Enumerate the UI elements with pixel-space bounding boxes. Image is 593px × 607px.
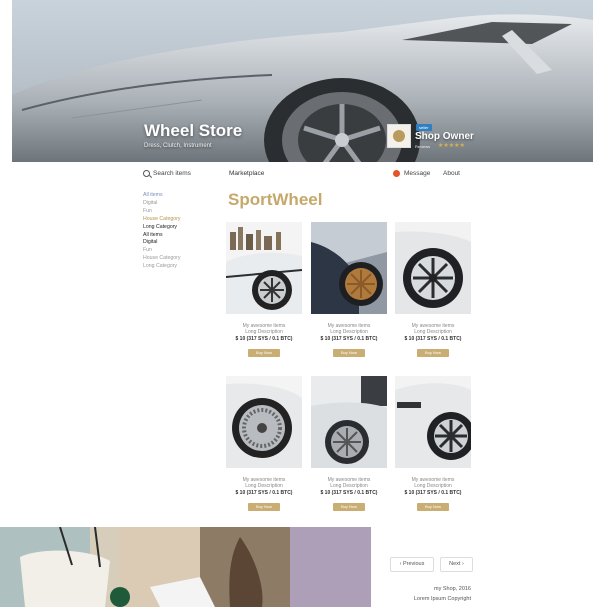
sidebar-item-house-category[interactable]: House Category [143, 255, 213, 263]
next-page-button[interactable]: Next › [440, 557, 473, 572]
buy-now-button[interactable]: Buy Now [417, 349, 449, 358]
footer-copyright: Lorem Ipsum Copyright [413, 596, 471, 602]
product-price: $ 10 (317 SYS / 0.1 BTC) [320, 336, 378, 343]
product-price: $ 10 (317 SYS / 0.1 BTC) [320, 490, 378, 497]
seller-badge: seller [416, 124, 432, 131]
product-card[interactable]: My awesome items Long Description $ 10 (… [395, 222, 471, 358]
owner-logo-icon [393, 130, 405, 142]
buy-now-button[interactable]: Buy Now [417, 503, 449, 512]
sidebar-item-all-items[interactable]: All items [143, 192, 213, 200]
buy-now-button[interactable]: Buy Now [248, 503, 280, 512]
sidebar-item-fun[interactable]: Fun [143, 247, 213, 255]
product-card[interactable]: My awesome items Long Description $ 10 (… [311, 222, 387, 358]
owner-name[interactable]: Shop Owner [415, 131, 474, 142]
product-image[interactable] [395, 222, 471, 314]
buy-now-button[interactable]: Buy Now [248, 349, 280, 358]
owner-meta: Reviews [415, 144, 431, 149]
product-image[interactable] [311, 222, 387, 314]
page-title: SportWheel [228, 190, 323, 209]
search-icon[interactable] [143, 170, 150, 177]
buy-now-button[interactable]: Buy Now [333, 349, 365, 358]
owner-avatar[interactable] [387, 124, 411, 148]
product-image[interactable] [226, 222, 302, 314]
product-card[interactable]: My awesome items Long Description $ 10 (… [226, 376, 302, 512]
owner-rating-stars: ★★★★★ [438, 143, 465, 149]
store-subtitle: Dress, Clutch, Instrument [144, 143, 212, 149]
lifestyle-photo [0, 527, 371, 607]
sidebar-item-digital[interactable]: Digital [143, 200, 213, 208]
banner-car-image [12, 14, 593, 162]
previous-page-button[interactable]: ‹ Previous [390, 557, 434, 572]
category-sidebar: All items Digital Fun House Category Lon… [143, 192, 213, 271]
product-card[interactable]: My awesome items Long Description $ 10 (… [226, 222, 302, 358]
product-card[interactable]: My awesome items Long Description $ 10 (… [311, 376, 387, 512]
store-banner: Wheel Store Dress, Clutch, Instrument se… [12, 0, 593, 162]
product-image[interactable] [226, 376, 302, 468]
sidebar-item-long-category[interactable]: Long Category [143, 263, 213, 271]
footer-shop-name: my Shop, 2016 [434, 586, 471, 592]
product-image[interactable] [311, 376, 387, 468]
sidebar-item-digital[interactable]: Digital [143, 239, 213, 247]
buy-now-button[interactable]: Buy Now [333, 503, 365, 512]
sidebar-item-house-category[interactable]: House Category [143, 216, 213, 224]
tab-marketplace[interactable]: Marketplace [229, 170, 264, 177]
product-price: $ 10 (317 SYS / 0.1 BTC) [404, 336, 462, 343]
product-price: $ 10 (317 SYS / 0.1 BTC) [235, 490, 293, 497]
product-card[interactable]: My awesome items Long Description $ 10 (… [395, 376, 471, 512]
store-title: Wheel Store [144, 121, 243, 140]
search-input[interactable]: Search items [153, 170, 191, 177]
message-icon[interactable] [393, 170, 400, 177]
product-price: $ 10 (317 SYS / 0.1 BTC) [235, 336, 293, 343]
product-image[interactable] [395, 376, 471, 468]
product-price: $ 10 (317 SYS / 0.1 BTC) [404, 490, 462, 497]
sidebar-item-all-items[interactable]: All items [143, 232, 213, 240]
message-link[interactable]: Message [404, 170, 430, 177]
sidebar-item-long-category[interactable]: Long Category [143, 224, 213, 232]
about-link[interactable]: About [443, 170, 460, 177]
sidebar-item-fun[interactable]: Fun [143, 208, 213, 216]
